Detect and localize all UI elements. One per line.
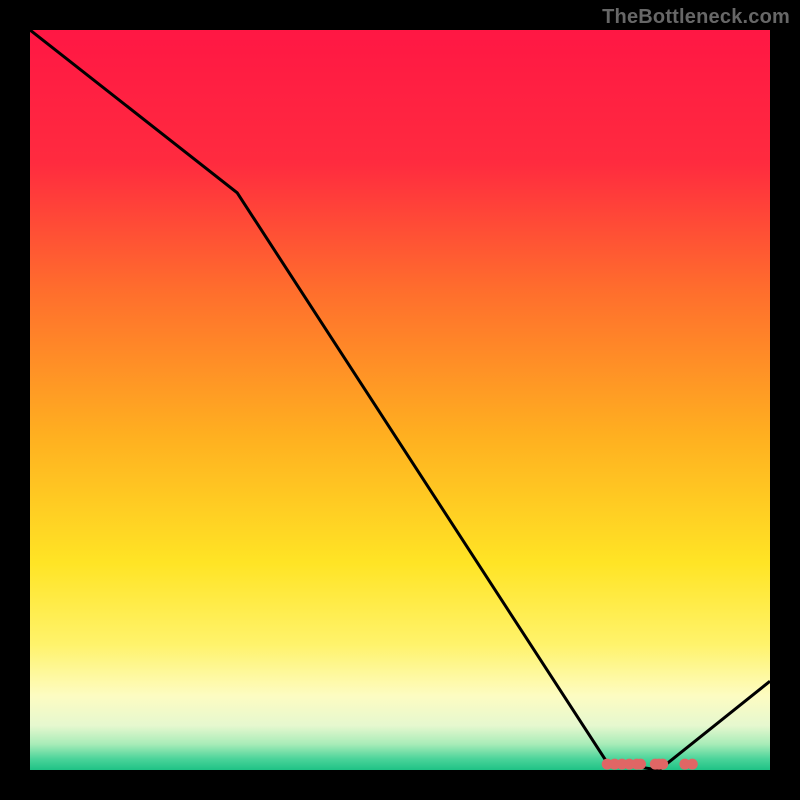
chart-svg — [30, 30, 770, 770]
marker-dot — [635, 759, 646, 770]
plot-area — [30, 30, 770, 770]
marker-dot — [657, 759, 668, 770]
gradient-background — [30, 30, 770, 770]
watermark: TheBottleneck.com — [602, 6, 790, 29]
chart-root: TheBottleneck.com — [0, 0, 800, 800]
marker-dot — [687, 759, 698, 770]
